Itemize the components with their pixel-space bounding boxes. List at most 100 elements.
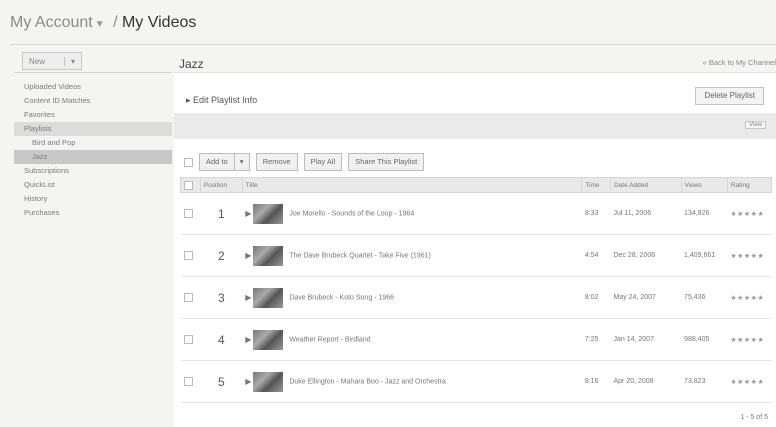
- view-toggle[interactable]: View: [745, 121, 766, 129]
- column-header-title[interactable]: Title: [241, 177, 583, 193]
- time-cell: 7:25: [581, 318, 611, 361]
- sidebar-item-uploaded-videos[interactable]: Uploaded Videos: [14, 80, 172, 94]
- header-checkbox[interactable]: [184, 180, 193, 190]
- time-cell: 4:54: [581, 234, 611, 277]
- chevron-down-icon[interactable]: ▾: [64, 56, 81, 66]
- title-cell[interactable]: ▶ Joe Morello - Sounds of the Loop - 196…: [242, 192, 582, 235]
- position-cell: 1: [200, 192, 243, 235]
- time-cell: 8:16: [581, 360, 611, 403]
- edit-playlist-info-toggle[interactable]: ▸ Edit Playlist Info: [186, 95, 257, 106]
- row-checkbox-cell[interactable]: [180, 276, 201, 319]
- row-checkbox-cell[interactable]: [180, 360, 201, 403]
- video-thumbnail[interactable]: [253, 371, 284, 392]
- date-added-cell: Jan 14, 2007: [610, 318, 682, 361]
- date-added-cell: May 24, 2007: [610, 276, 682, 319]
- new-button-label: New: [29, 56, 46, 66]
- views-cell: 1,409,661: [681, 234, 728, 277]
- video-title-link[interactable]: Dave Brubeck - Koto Song - 1966: [289, 294, 394, 301]
- breadcrumb-my-account[interactable]: My Account: [10, 14, 93, 31]
- add-to-label: Add to: [206, 157, 228, 166]
- new-button[interactable]: New ▾: [22, 52, 82, 70]
- chevron-down-icon[interactable]: ▼: [95, 19, 105, 30]
- column-header-date-added[interactable]: Date Added: [609, 177, 682, 193]
- table-row[interactable]: 1 ▶ Joe Morello - Sounds of the Loop - 1…: [180, 192, 772, 235]
- title-cell[interactable]: ▶ Duke Ellington - Mahara Boo - Jazz and…: [242, 360, 582, 403]
- table-row[interactable]: 5 ▶ Duke Ellington - Mahara Boo - Jazz a…: [180, 360, 772, 403]
- delete-playlist-button[interactable]: Delete Playlist: [695, 87, 764, 105]
- playlist-title: Jazz: [179, 57, 204, 71]
- column-header-rating[interactable]: Rating: [726, 177, 773, 193]
- sidebar: New ▾ Uploaded Videos Content ID Matches…: [14, 50, 172, 426]
- pagination-info: 1 - 5 of 5: [740, 414, 768, 421]
- video-thumbnail[interactable]: [253, 329, 284, 350]
- title-cell[interactable]: ▶ The Dave Brubeck Quartet - Take Five (…: [242, 234, 582, 277]
- sidebar-item-history[interactable]: History: [14, 192, 172, 206]
- table-row[interactable]: 3 ▶ Dave Brubeck - Koto Song - 1966 8:02…: [180, 276, 772, 319]
- chevron-down-icon[interactable]: ▾: [233, 154, 249, 170]
- title-cell[interactable]: ▶ Dave Brubeck - Koto Song - 1966: [242, 276, 582, 319]
- rating-stars: ★★★★★: [727, 192, 772, 235]
- video-title-link[interactable]: Weather Report - Birdland: [289, 336, 370, 343]
- select-all-checkbox[interactable]: [184, 157, 193, 167]
- remove-button[interactable]: Remove: [255, 153, 298, 171]
- video-title-link[interactable]: Duke Ellington - Mahara Boo - Jazz and O…: [289, 378, 445, 385]
- sidebar-item-purchases[interactable]: Purchases: [14, 206, 172, 220]
- row-checkbox-cell[interactable]: [180, 318, 201, 361]
- row-checkbox-cell[interactable]: [180, 192, 201, 235]
- add-to-button[interactable]: Add to ▾: [199, 153, 250, 171]
- view-options-bar: View: [174, 113, 776, 139]
- table-row[interactable]: 2 ▶ The Dave Brubeck Quartet - Take Five…: [180, 234, 772, 277]
- date-added-cell: Apr 20, 2008: [610, 360, 682, 403]
- sidebar-item-content-id-matches[interactable]: Content ID Matches: [14, 94, 172, 108]
- row-checkbox[interactable]: [183, 251, 193, 260]
- playlist-toolbar: Add to ▾ Remove Play All Share This Play…: [184, 153, 425, 171]
- video-thumbnail[interactable]: [253, 287, 284, 308]
- row-checkbox[interactable]: [183, 335, 193, 344]
- sidebar-item-favorites[interactable]: Favorites: [14, 108, 172, 122]
- page-title: My Videos: [121, 14, 197, 31]
- playlist-table: Position Title Time Date Added Views Rat…: [180, 177, 773, 403]
- video-title-link[interactable]: The Dave Brubeck Quartet - Take Five (19…: [289, 252, 431, 259]
- play-all-button[interactable]: Play All: [303, 153, 343, 171]
- time-cell: 8:02: [581, 276, 611, 319]
- back-to-channel-link[interactable]: « Back to My Channel: [703, 58, 776, 67]
- column-header-select[interactable]: [180, 177, 201, 193]
- sidebar-item-bird-and-pop[interactable]: Bird and Pop: [14, 136, 172, 150]
- table-row[interactable]: 4 ▶ Weather Report - Birdland 7:25 Jan 1…: [180, 318, 772, 361]
- play-icon[interactable]: ▶: [245, 292, 251, 301]
- play-icon[interactable]: ▶: [245, 376, 251, 385]
- video-title-link[interactable]: Joe Morello - Sounds of the Loop - 1964: [289, 210, 414, 217]
- breadcrumb-separator: /: [113, 14, 118, 31]
- breadcrumb: My Account ▼ / My Videos: [10, 14, 196, 32]
- sidebar-item-playlists[interactable]: Playlists: [14, 122, 172, 136]
- row-checkbox-cell[interactable]: [180, 234, 201, 277]
- header-divider: [10, 44, 776, 45]
- time-cell: 8:33: [581, 192, 611, 235]
- play-icon[interactable]: ▶: [245, 334, 251, 343]
- row-checkbox[interactable]: [183, 209, 193, 218]
- sidebar-item-subscriptions[interactable]: Subscriptions: [14, 164, 172, 178]
- views-cell: 73,823: [681, 360, 728, 403]
- position-cell: 3: [200, 276, 243, 319]
- play-icon[interactable]: ▶: [245, 208, 251, 217]
- sidebar-nav: Uploaded Videos Content ID Matches Favor…: [14, 80, 172, 220]
- video-thumbnail[interactable]: [253, 203, 284, 224]
- views-cell: 988,405: [681, 318, 728, 361]
- table-header-row: Position Title Time Date Added Views Rat…: [180, 177, 773, 193]
- row-checkbox[interactable]: [183, 293, 193, 302]
- column-header-views[interactable]: Views: [680, 177, 728, 193]
- date-added-cell: Jul 11, 2006: [610, 192, 682, 235]
- title-cell[interactable]: ▶ Weather Report - Birdland: [242, 318, 582, 361]
- video-thumbnail[interactable]: [253, 245, 284, 266]
- playlist-panel: ▸ Edit Playlist Info Delete Playlist Vie…: [174, 72, 776, 427]
- row-checkbox[interactable]: [183, 377, 193, 386]
- sidebar-item-quicklist[interactable]: QuickList: [14, 178, 172, 192]
- play-icon[interactable]: ▶: [245, 250, 251, 259]
- share-playlist-button[interactable]: Share This Playlist: [348, 153, 425, 171]
- chevron-right-icon: ▸: [186, 95, 191, 105]
- column-header-time[interactable]: Time: [581, 177, 611, 193]
- sidebar-item-jazz[interactable]: Jazz: [14, 150, 172, 164]
- date-added-cell: Dec 28, 2006: [610, 234, 682, 277]
- sidebar-divider: [14, 72, 172, 73]
- column-header-position[interactable]: Position: [199, 177, 243, 193]
